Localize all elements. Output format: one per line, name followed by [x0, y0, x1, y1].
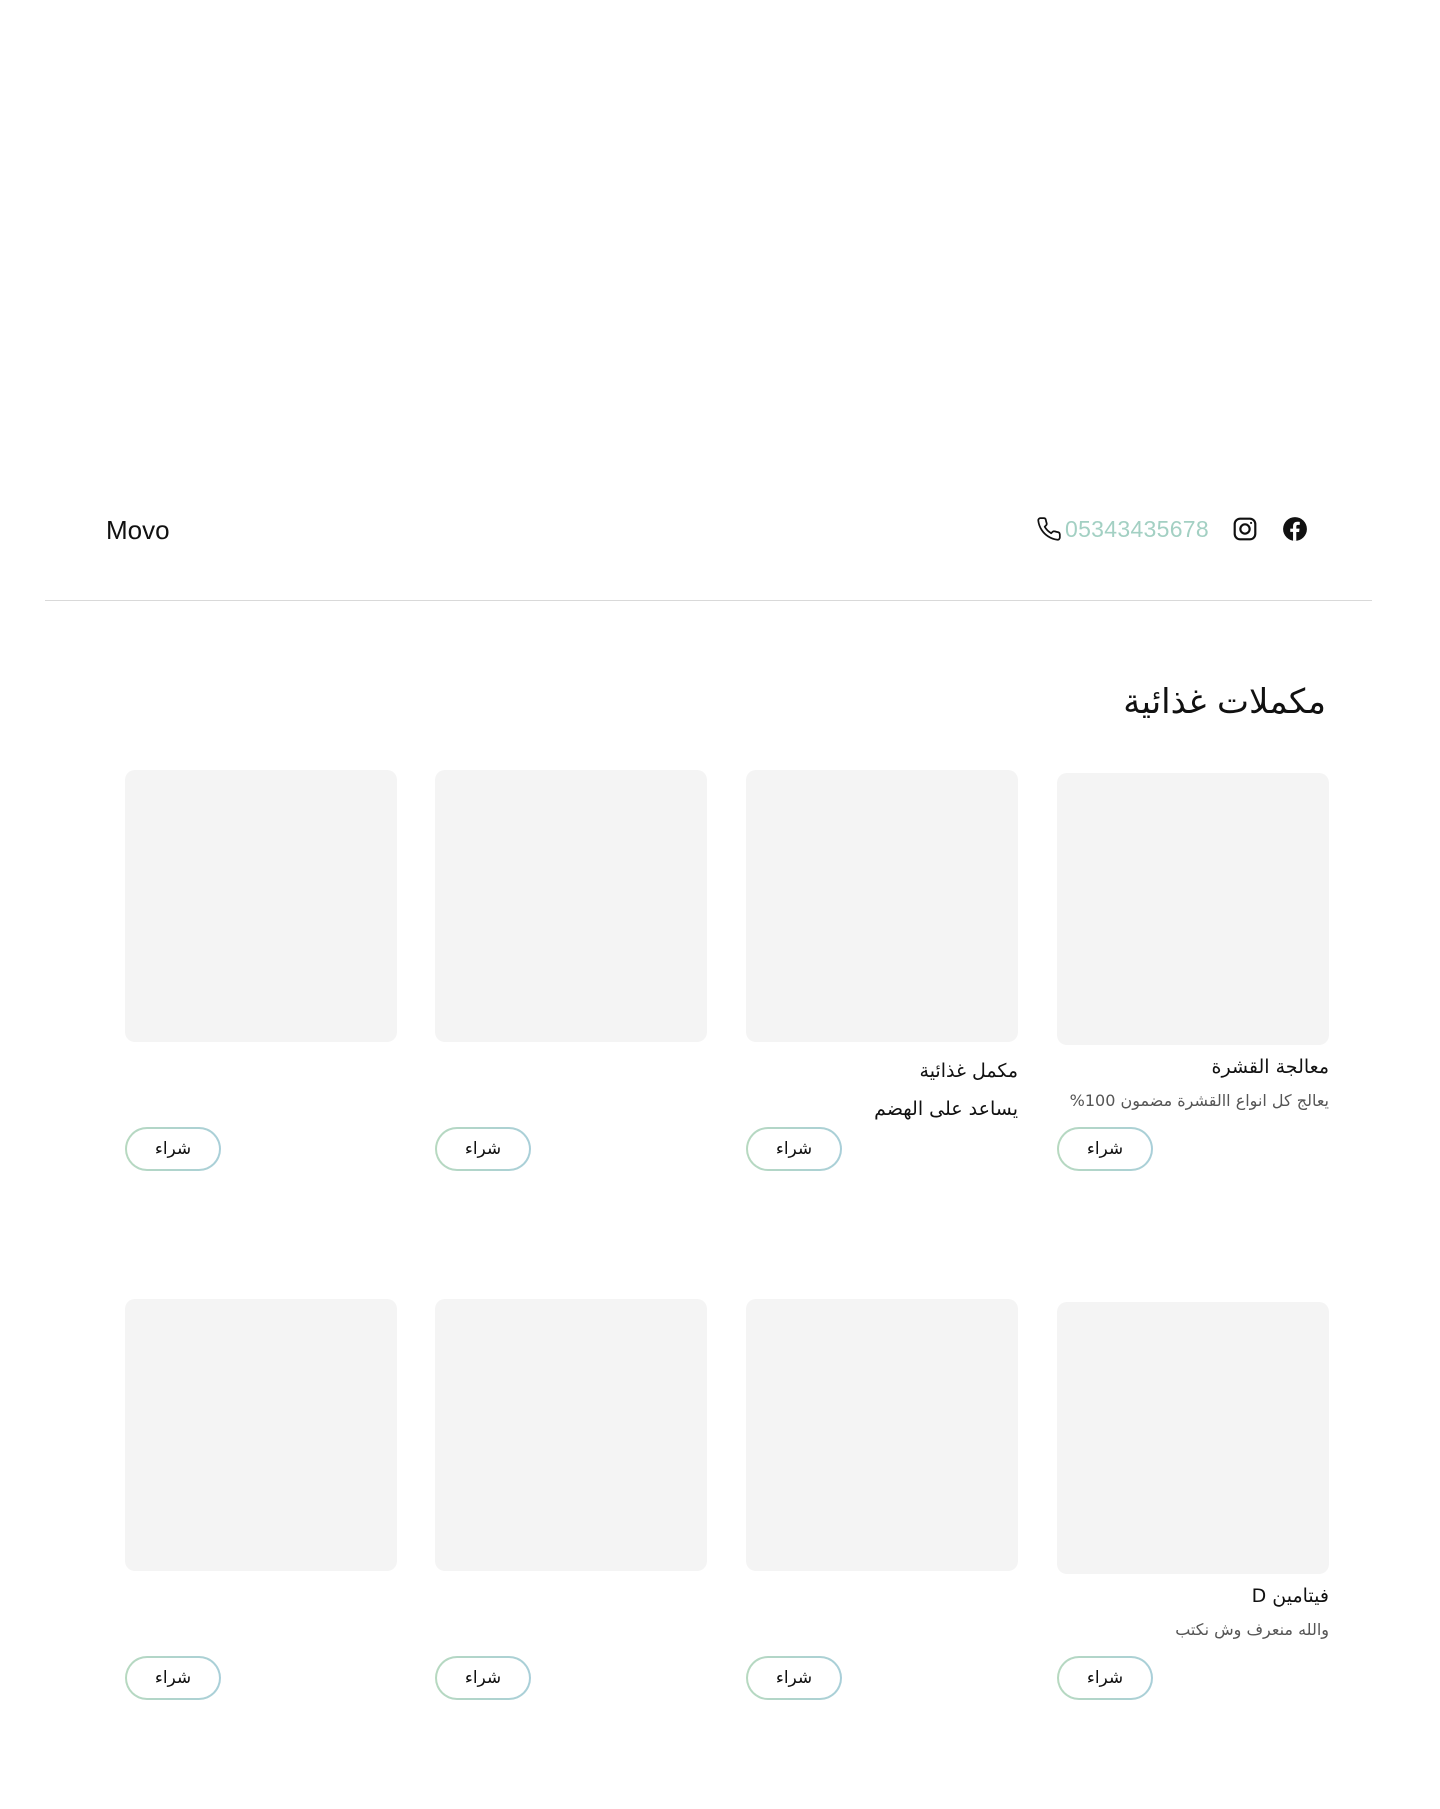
- product-image[interactable]: [435, 1299, 707, 1571]
- facebook-icon[interactable]: [1281, 515, 1309, 543]
- hero-blank-area: [0, 0, 1440, 470]
- buy-button[interactable]: شراء: [1057, 1656, 1153, 1700]
- product-title: مكمل غذائية: [919, 1060, 1018, 1082]
- phone-number[interactable]: 05343435678: [1065, 516, 1209, 543]
- product-image[interactable]: [1057, 1302, 1329, 1574]
- product-image[interactable]: [746, 770, 1018, 1042]
- product-image[interactable]: [435, 770, 707, 1042]
- phone-icon: [1035, 515, 1063, 543]
- buy-button[interactable]: شراء: [125, 1656, 221, 1700]
- brand-logo[interactable]: Movo: [106, 515, 170, 546]
- product-title: معالجة القشرة: [1211, 1056, 1329, 1078]
- buy-button[interactable]: شراء: [1057, 1127, 1153, 1171]
- product-image[interactable]: [125, 770, 397, 1042]
- product-image[interactable]: [746, 1299, 1018, 1571]
- buy-button[interactable]: شراء: [435, 1656, 531, 1700]
- section-title: مكملات غذائية: [1123, 682, 1326, 722]
- product-title: فيتامين D: [1251, 1585, 1329, 1607]
- instagram-icon[interactable]: [1231, 515, 1259, 543]
- site-header: Movo 05343435678: [0, 495, 1440, 565]
- header-contact: 05343435678: [1035, 509, 1309, 549]
- product-description: والله منعرف وش نكتب: [1175, 1620, 1329, 1639]
- product-image[interactable]: [1057, 773, 1329, 1045]
- buy-button[interactable]: شراء: [746, 1656, 842, 1700]
- product-description: يعالج كل انواع االقشرة مضمون 100%: [1069, 1091, 1329, 1110]
- product-description: يساعد على الهضم: [874, 1098, 1018, 1120]
- product-image[interactable]: [125, 1299, 397, 1571]
- buy-button[interactable]: شراء: [435, 1127, 531, 1171]
- phone-link[interactable]: 05343435678: [1035, 515, 1209, 543]
- buy-button[interactable]: شراء: [746, 1127, 842, 1171]
- header-divider: [45, 600, 1372, 601]
- buy-button[interactable]: شراء: [125, 1127, 221, 1171]
